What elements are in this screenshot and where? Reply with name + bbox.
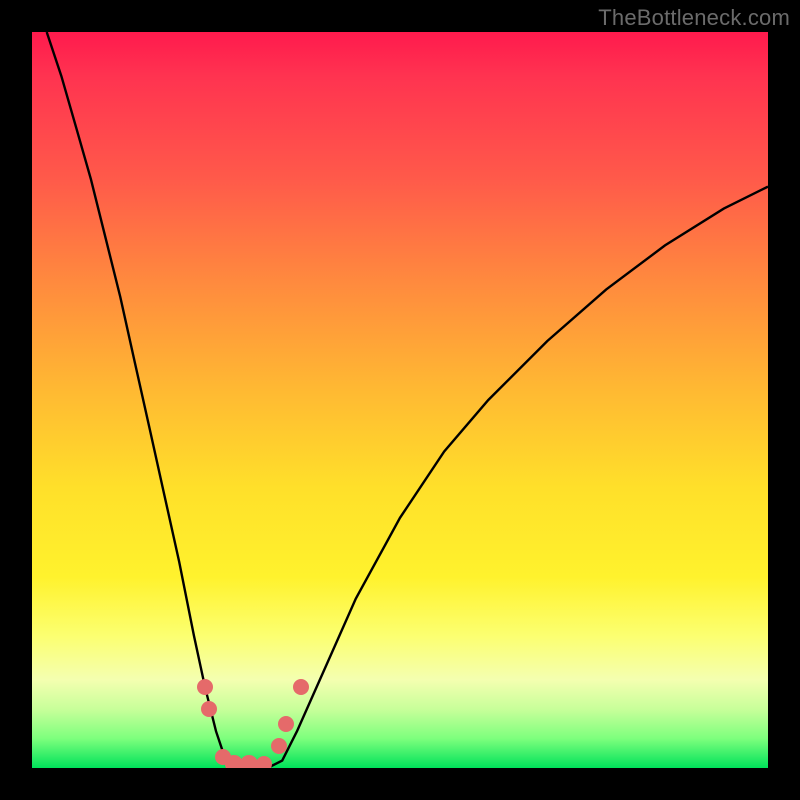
marker-m7	[271, 738, 287, 754]
right-curve	[268, 187, 769, 768]
curve-layer	[32, 32, 768, 768]
marker-m2	[201, 701, 217, 717]
watermark-text: TheBottleneck.com	[598, 5, 790, 31]
chart-frame: TheBottleneck.com	[0, 0, 800, 800]
marker-m8	[278, 716, 294, 732]
marker-m9	[293, 679, 309, 695]
left-curve	[47, 32, 238, 768]
marker-m6	[256, 756, 272, 768]
marker-m1	[197, 679, 213, 695]
plot-area	[32, 32, 768, 768]
